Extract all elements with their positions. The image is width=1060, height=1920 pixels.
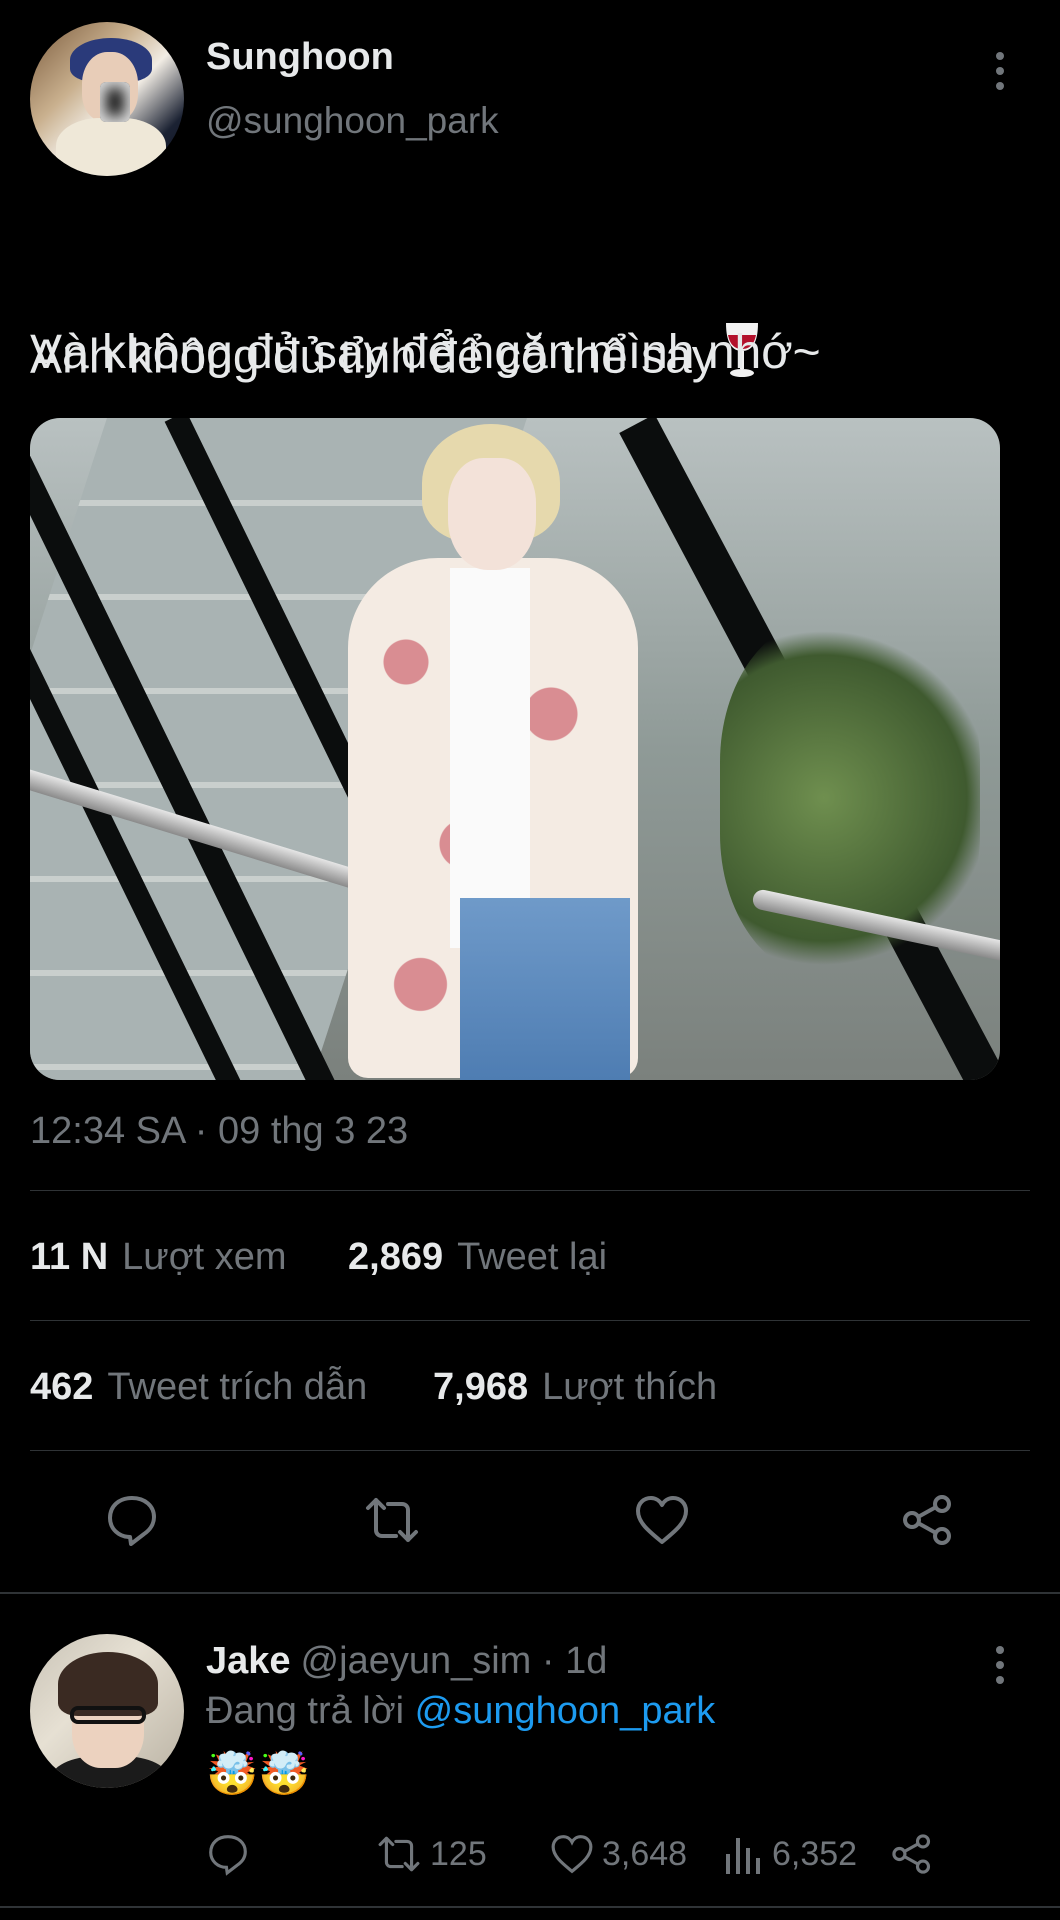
reply-text: 🤯🤯 xyxy=(206,1750,311,1797)
reply-author-handle[interactable]: @jaeyun_sim xyxy=(301,1640,532,1682)
reply-author-avatar[interactable] xyxy=(30,1634,184,1788)
reply-header: Jake @jaeyun_sim · 1d xyxy=(206,1640,607,1683)
tweet-text-line2: Và không đủ say để ngăn mình nhớ~ xyxy=(30,326,821,379)
like-icon xyxy=(551,1835,593,1874)
tweet-photo[interactable] xyxy=(30,418,1000,1080)
author-handle[interactable]: @sunghoon_park xyxy=(206,100,499,142)
author-avatar[interactable] xyxy=(30,22,184,176)
retweet-icon xyxy=(378,1836,420,1872)
reply-icon xyxy=(209,1835,247,1876)
replying-to: Đang trả lời @sunghoon_park xyxy=(206,1690,716,1732)
share-icon xyxy=(892,1834,931,1874)
retweets-stat[interactable]: 2,869 Tweet lại xyxy=(348,1236,607,1279)
views-stat: 11 N Lượt xem xyxy=(30,1236,287,1278)
like-icon[interactable] xyxy=(634,1492,690,1548)
reply-author-name[interactable]: Jake xyxy=(206,1640,291,1682)
reply-like-button[interactable]: 3,648 xyxy=(550,1832,687,1876)
reply-retweet-button[interactable]: 125 xyxy=(376,1832,487,1876)
reply-share-button[interactable] xyxy=(890,1832,934,1876)
author-name[interactable]: Sunghoon xyxy=(206,36,394,79)
reply-time[interactable]: · 1d xyxy=(542,1640,607,1682)
reply-view-count: 6,352 xyxy=(772,1834,858,1873)
reply-like-count: 3,648 xyxy=(602,1834,688,1873)
bottom-divider xyxy=(0,1906,1060,1908)
section-divider xyxy=(0,1592,1060,1594)
tweet-timestamp[interactable]: 12:34 SA · 09 thg 3 23 xyxy=(30,1110,408,1153)
share-icon[interactable] xyxy=(900,1492,956,1548)
likes-stat[interactable]: 7,968 Lượt thích xyxy=(433,1366,717,1409)
retweet-icon[interactable] xyxy=(364,1492,420,1548)
more-options-icon[interactable] xyxy=(994,52,1006,90)
reply-icon[interactable] xyxy=(104,1492,160,1548)
reply-views-button[interactable]: 6,352 xyxy=(724,1832,857,1876)
quote-tweets-stat[interactable]: 462 Tweet trích dẫn xyxy=(30,1366,367,1409)
views-chart-icon xyxy=(726,1838,760,1874)
replying-to-link[interactable]: @sunghoon_park xyxy=(415,1690,716,1732)
reply-retweet-count: 125 xyxy=(430,1834,487,1873)
reply-reply-button[interactable] xyxy=(206,1832,250,1876)
reply-more-options-icon[interactable] xyxy=(994,1646,1006,1684)
